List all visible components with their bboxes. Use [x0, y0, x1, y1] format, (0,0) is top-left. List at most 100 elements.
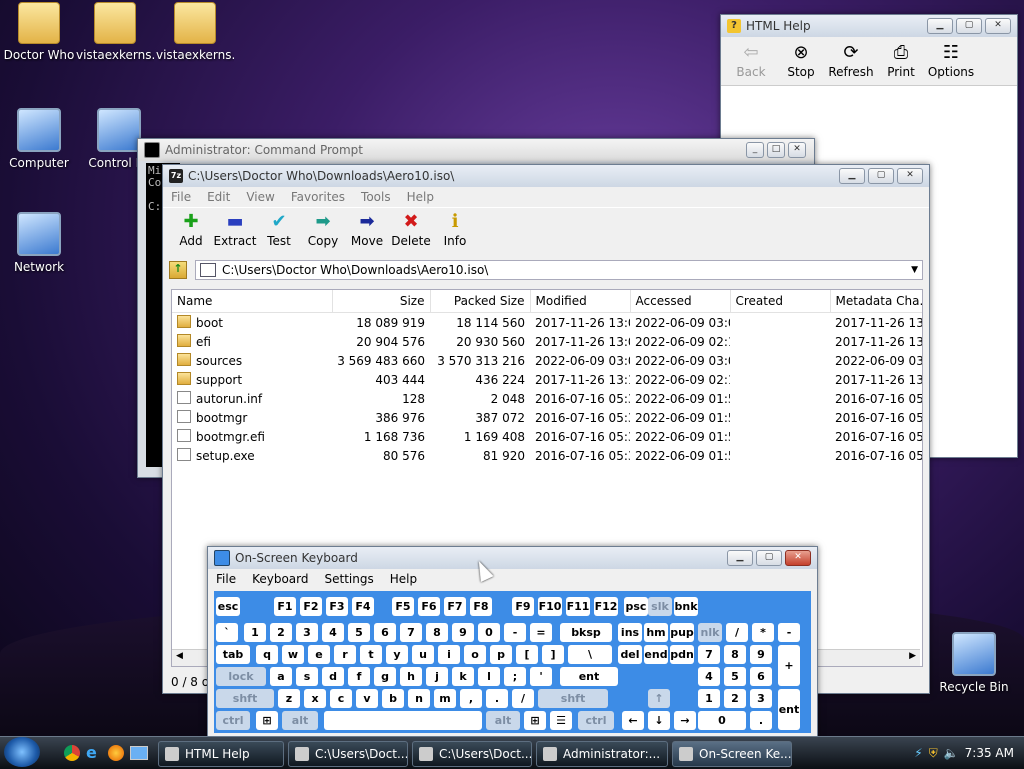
key-5-2[interactable]: alt	[282, 711, 318, 730]
maximize-button[interactable]: ▢	[868, 168, 894, 184]
key-0-12[interactable]: F12	[594, 597, 618, 616]
key-0-5[interactable]: F5	[392, 597, 414, 616]
info-button[interactable]: ℹ Info	[433, 210, 477, 256]
column-header[interactable]: Modified	[530, 290, 631, 313]
osk-menu-keyboard[interactable]: Keyboard	[252, 572, 308, 586]
key-1-19[interactable]: *	[752, 623, 774, 642]
menu-edit[interactable]: Edit	[207, 190, 230, 204]
key-5-6[interactable]: ☰	[550, 711, 572, 730]
key-2-7[interactable]: u	[412, 645, 434, 664]
key-4-12[interactable]: ↑	[648, 689, 670, 708]
key-4-9[interactable]: .	[486, 689, 508, 708]
column-header[interactable]: Size	[332, 290, 431, 313]
key-2-16[interactable]: pdn	[670, 645, 694, 664]
key-2-8[interactable]: i	[438, 645, 460, 664]
key-4-6[interactable]: n	[408, 689, 430, 708]
key-1-3[interactable]: 3	[296, 623, 318, 642]
key-0-4[interactable]: F4	[352, 597, 374, 616]
key-5-10[interactable]: →	[674, 711, 696, 730]
key-5-9[interactable]: ↓	[648, 711, 670, 730]
key-5-3[interactable]	[324, 711, 482, 730]
firefox-icon[interactable]	[108, 745, 124, 761]
key-3-12[interactable]: ent	[560, 667, 618, 686]
table-row[interactable]: setup.exe 80 576 81 920 2016-07-16 05:31 202…	[172, 446, 922, 465]
key-2-9[interactable]: o	[464, 645, 486, 664]
key-2-2[interactable]: w	[282, 645, 304, 664]
key-2-11[interactable]: [	[516, 645, 538, 664]
key-3-6[interactable]: h	[400, 667, 422, 686]
key-3-4[interactable]: f	[348, 667, 370, 686]
key-1-13[interactable]: bksp	[560, 623, 612, 642]
key-1-11[interactable]: -	[504, 623, 526, 642]
help-tool-options-button[interactable]: ☷ Options	[928, 41, 974, 81]
table-row[interactable]: efi 20 904 576 20 930 560 2017-11-26 13:08 2…	[172, 332, 922, 351]
key-4-10[interactable]: /	[512, 689, 534, 708]
key-0-15[interactable]: bnk	[674, 597, 698, 616]
shield-icon[interactable]: ⛨	[929, 746, 938, 761]
close-button[interactable]: ✕	[785, 550, 811, 566]
key-enter-numpad[interactable]: ent	[778, 689, 800, 730]
key-3-9[interactable]: l	[478, 667, 500, 686]
key-5-12[interactable]: .	[750, 711, 772, 730]
desktop-icon-3[interactable]: Computer	[0, 108, 78, 170]
key-2-14[interactable]: del	[618, 645, 642, 664]
key-0-0[interactable]: esc	[216, 597, 240, 616]
ie-icon[interactable]: e	[86, 745, 102, 761]
key-1-16[interactable]: pup	[670, 623, 694, 642]
desktop-icon-6[interactable]: Recycle Bin	[935, 632, 1013, 694]
key-4-2[interactable]: x	[304, 689, 326, 708]
table-row[interactable]: bootmgr.efi 1 168 736 1 169 408 2016-07-16 …	[172, 427, 922, 446]
key-3-13[interactable]: 4	[698, 667, 720, 686]
html-help-titlebar[interactable]: ? HTML Help ▁ ▢ ✕	[721, 15, 1017, 37]
key-4-5[interactable]: b	[382, 689, 404, 708]
key-5-5[interactable]: ⊞	[524, 711, 546, 730]
7zip-titlebar[interactable]: 7z C:\Users\Doctor Who\Downloads\Aero10.…	[163, 165, 929, 187]
help-tool-stop-button[interactable]: ⊗ Stop	[779, 41, 823, 81]
column-header[interactable]: Name	[172, 290, 333, 313]
key-0-8[interactable]: F8	[470, 597, 492, 616]
start-button[interactable]	[4, 737, 40, 767]
key-2-19[interactable]: 9	[750, 645, 772, 664]
table-row[interactable]: bootmgr 386 976 387 072 2016-07-16 05:31 202…	[172, 408, 922, 427]
key-0-6[interactable]: F6	[418, 597, 440, 616]
key-3-2[interactable]: s	[296, 667, 318, 686]
minimize-button[interactable]: ▁	[927, 18, 953, 34]
table-row[interactable]: boot 18 089 919 18 114 560 2017-11-26 13:08…	[172, 313, 922, 333]
key-4-13[interactable]: 1	[698, 689, 720, 708]
key-3-0[interactable]: lock	[216, 667, 266, 686]
close-button[interactable]: ✕	[985, 18, 1011, 34]
key-1-10[interactable]: 0	[478, 623, 500, 642]
desktop-icon-0[interactable]: Doctor Who	[0, 2, 78, 62]
key-1-8[interactable]: 8	[426, 623, 448, 642]
extract-button[interactable]: ▬ Extract	[213, 210, 257, 256]
key-3-15[interactable]: 6	[750, 667, 772, 686]
desktop-icon-1[interactable]: vistaexkerns...	[76, 2, 154, 62]
osk-window[interactable]: On-Screen Keyboard ▁ ▢ ✕ File Keyboard Set…	[207, 546, 818, 738]
minimize-button[interactable]: ▁	[839, 168, 865, 184]
key-5-0[interactable]: ctrl	[216, 711, 250, 730]
key-4-15[interactable]: 3	[750, 689, 772, 708]
table-row[interactable]: autorun.inf 128 2 048 2016-07-16 05:31 2022-…	[172, 389, 922, 408]
key-3-7[interactable]: j	[426, 667, 448, 686]
key-4-3[interactable]: c	[330, 689, 352, 708]
menu-file[interactable]: File	[171, 190, 191, 204]
network-tray-icon[interactable]: ⚡	[914, 746, 922, 760]
key-0-11[interactable]: F11	[566, 597, 590, 616]
key-3-11[interactable]: '	[530, 667, 552, 686]
key-3-8[interactable]: k	[452, 667, 474, 686]
chevron-right-icon[interactable]: ▶	[909, 651, 916, 661]
key-5-8[interactable]: ←	[622, 711, 644, 730]
key-1-20[interactable]: -	[778, 623, 800, 642]
menu-favorites[interactable]: Favorites	[291, 190, 345, 204]
key-1-7[interactable]: 7	[400, 623, 422, 642]
key-0-9[interactable]: F9	[512, 597, 534, 616]
key-2-17[interactable]: 7	[698, 645, 720, 664]
chevron-left-icon[interactable]: ◀	[176, 651, 183, 661]
taskbar-button-2[interactable]: C:\Users\Doct...	[412, 741, 532, 767]
move-button[interactable]: ➡ Move	[345, 210, 389, 256]
key-0-2[interactable]: F2	[300, 597, 322, 616]
taskbar-button-3[interactable]: Administrator:...	[536, 741, 668, 767]
key-3-10[interactable]: ;	[504, 667, 526, 686]
key-1-1[interactable]: 1	[244, 623, 266, 642]
delete-button[interactable]: ✖ Delete	[389, 210, 433, 256]
